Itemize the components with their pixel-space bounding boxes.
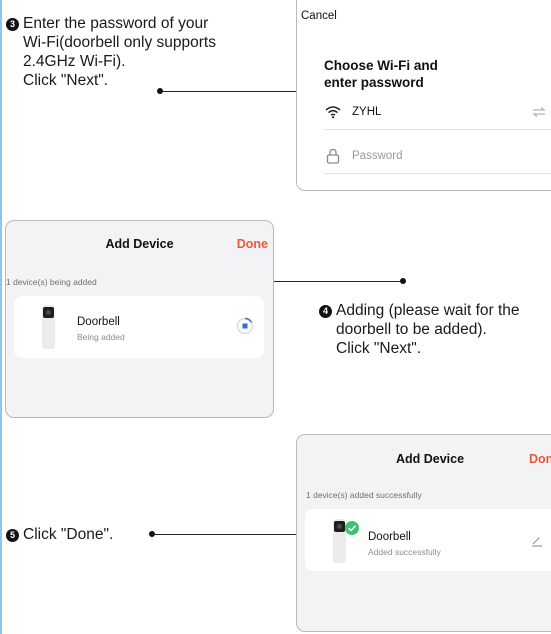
adding-device-card[interactable]: Doorbell Being added (14, 296, 264, 358)
done-button[interactable]: Done (529, 452, 551, 466)
step-4-number-badge: 4 (319, 305, 332, 318)
added-device-card[interactable]: Doorbell Added successfully (305, 509, 551, 571)
adding-screen-done-button[interactable]: Done (237, 237, 268, 251)
step-4-instructions: 4 Adding (please wait for the doorbell to… (319, 301, 520, 358)
lock-icon (324, 147, 342, 165)
step-5-number-badge: 5 (6, 529, 19, 542)
step-4-line-3: Click "Next". (336, 340, 422, 357)
step-4-connector-dot (400, 278, 406, 284)
edit-icon[interactable] (531, 534, 543, 552)
switch-network-icon[interactable] (532, 105, 546, 123)
step-3-number-badge: 3 (6, 18, 19, 31)
step-5-instructions: 5 Click "Done". (6, 525, 113, 544)
added-device-name: Doorbell (368, 531, 411, 543)
wifi-network-row[interactable]: ZYHL (324, 95, 551, 130)
done-screen-title: Add Device (395, 452, 465, 466)
password-placeholder: Password (352, 150, 403, 162)
added-device-status: Added successfully (368, 547, 441, 557)
wifi-screen-heading: Choose Wi-Fi and enter password (324, 57, 438, 91)
adding-screen-title: Add Device (105, 237, 174, 251)
cancel-button[interactable]: Cancel (301, 10, 337, 22)
adding-device-screen: Add Device Done 1 device(s) being added … (5, 220, 274, 418)
done-screen-caption: 1 device(s) added successfully (306, 490, 422, 500)
step-3-line-3: 2.4GHz Wi-Fi). (23, 53, 126, 70)
step-3-connector-line (160, 91, 310, 92)
wifi-ssid: ZYHL (352, 106, 382, 118)
step-4-line-2: doorbell to be added). (336, 321, 487, 338)
wifi-heading-line-2: enter password (324, 75, 424, 90)
loading-spinner-icon (236, 317, 254, 340)
step-5-line-1: Click "Done". (23, 526, 114, 543)
step-3-line-4: Click "Next". (23, 72, 109, 89)
adding-screen-caption: 1 device(s) being added (6, 277, 97, 287)
step-3-instructions: 3 Enter the password of your Wi-Fi(doorbe… (6, 14, 216, 90)
wifi-heading-line-1: Choose Wi-Fi and (324, 58, 438, 73)
device-added-screen: Add Device Done 1 device(s) added succes… (296, 434, 551, 632)
step-3-line-2: Wi-Fi(doorbell only supports (23, 34, 216, 51)
step-4-line-1: Adding (please wait for the (336, 302, 520, 319)
doorbell-device-image (42, 305, 55, 349)
adding-device-status: Being added (77, 332, 125, 342)
page-margin-rule (0, 0, 2, 634)
step-3-line-1: Enter the password of your (23, 15, 209, 32)
wifi-icon (324, 103, 342, 121)
adding-device-name: Doorbell (77, 316, 120, 328)
success-check-icon (345, 521, 359, 540)
wifi-password-screen: Cancel Choose Wi-Fi and enter password Z… (296, 0, 551, 191)
password-field[interactable]: Password (324, 139, 551, 174)
step-5-connector-line (152, 534, 304, 535)
